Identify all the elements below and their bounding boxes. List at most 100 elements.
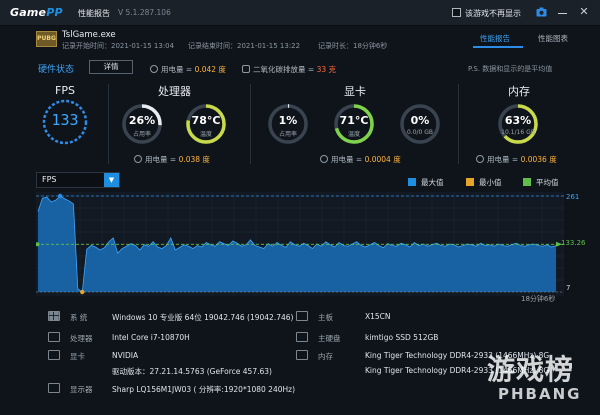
gpu-temp-gauge: 71°C 温度 xyxy=(333,103,375,145)
tab-performance-report[interactable]: 性能报告 xyxy=(480,33,510,44)
memory-usage-value: 63% xyxy=(504,114,532,127)
camera-icon[interactable] xyxy=(536,7,547,17)
max-point xyxy=(57,193,63,199)
cpu-icon xyxy=(48,332,60,342)
memory-power-label: 用电量 = xyxy=(487,155,519,164)
minimize-icon[interactable] xyxy=(558,13,567,14)
app-logo: GamePP xyxy=(10,6,63,19)
record-duration: 记录时长：18分钟6秒 xyxy=(318,42,388,50)
legend-avg: 平均值 xyxy=(523,177,559,188)
memory-usage-gauge: 63% 10.1/16 GB xyxy=(497,103,539,145)
version-label: V 5.1.287.106 xyxy=(118,8,171,17)
gpu-vram-gauge: 0% 0.0/0 GB xyxy=(399,103,441,145)
tab-performance-chart[interactable]: 性能图表 xyxy=(538,33,568,44)
disk-icon xyxy=(296,332,308,342)
co2-icon xyxy=(242,65,250,73)
memory-key: 内存 xyxy=(318,352,333,361)
axis-avg-label: 133.26 xyxy=(561,239,586,247)
cpu-power: 用电量 = 0.038 度 xyxy=(134,154,210,165)
gpu-icon xyxy=(48,350,60,360)
gpu-power-value: 0.0004 度 xyxy=(364,155,401,164)
legend-max-swatch xyxy=(408,178,416,186)
gpu-temp-label: 温度 xyxy=(347,131,360,138)
close-icon[interactable]: ✕ xyxy=(578,6,590,18)
memory-title: 内存 xyxy=(508,85,530,98)
gpu-driver-value: 驱动版本：27.21.14.5763 (GeForce 457.63) xyxy=(112,367,272,376)
axis-min-label: 7 xyxy=(566,284,571,292)
power-icon xyxy=(320,155,328,163)
axis-max-label: 261 xyxy=(566,193,580,201)
monitor-key: 显示器 xyxy=(70,385,93,394)
memory-power: 用电量 = 0.0036 度 xyxy=(476,154,557,165)
fps-value: 133 xyxy=(51,111,79,129)
memory-usage-label: 10.1/16 GB xyxy=(501,129,535,136)
legend-min-swatch xyxy=(466,178,474,186)
record-start-time: 记录开始时间：2021-01-15 13:04 xyxy=(62,42,175,50)
disk-value: kimtigo SSD 512GB xyxy=(365,333,439,342)
co2-label: 二氧化碳排放量 = xyxy=(253,65,315,74)
fps-title: FPS xyxy=(55,84,75,97)
record-end-time: 记录结束时间：2021-01-15 13:22 xyxy=(188,42,301,50)
power-icon xyxy=(476,155,484,163)
cpu-usage-gauge: 26% 占用率 xyxy=(121,103,163,145)
divider xyxy=(250,84,251,164)
monitor-icon xyxy=(48,383,60,393)
legend-min: 最小值 xyxy=(466,177,502,188)
tab-active-indicator xyxy=(473,46,523,48)
monitor-value: Sharp LQ156M1JW03 ( 分辨率:1920*1080 240Hz) xyxy=(112,385,295,394)
gpu-key: 显卡 xyxy=(70,352,85,361)
gpu-temp-value: 71°C xyxy=(339,114,369,127)
gpu-usage-value: 1% xyxy=(278,114,298,127)
chevron-down-icon[interactable]: ▼ xyxy=(104,173,119,187)
watermark-subtext: PHBANG xyxy=(498,385,582,403)
gpu-usage-gauge: 1% 占用率 xyxy=(267,103,309,145)
memory-power-value: 0.0036 度 xyxy=(520,155,557,164)
motherboard-icon xyxy=(296,311,308,321)
gpu-value: NVIDIA xyxy=(112,351,139,360)
cpu-temp-value: 78°C xyxy=(191,114,221,127)
watermark-text: 游戏榜 xyxy=(487,353,575,386)
legend-avg-label: 平均值 xyxy=(536,178,559,187)
total-power: 用电量 = 0.042 度 xyxy=(150,64,226,75)
x-end-label: 18分钟6秒 xyxy=(521,295,556,303)
cpu-value: Intel Core i7-10870H xyxy=(112,333,190,342)
legend-avg-swatch xyxy=(523,178,531,186)
cpu-temp-label: 温度 xyxy=(199,131,212,138)
cpu-power-label: 用电量 = xyxy=(145,155,177,164)
game-name: TslGame.exe xyxy=(62,30,116,40)
fps-chart xyxy=(36,192,564,296)
legend-max-label: 最大值 xyxy=(421,178,444,187)
gpu-vram-value: 0% xyxy=(410,114,430,127)
cpu-temp-gauge: 78°C 温度 xyxy=(185,103,227,145)
power-icon xyxy=(150,65,158,73)
cpu-power-value: 0.038 度 xyxy=(178,155,210,164)
metric-select-value[interactable]: FPS xyxy=(42,175,57,184)
os-value: Windows 10 专业版 64位 19042.746 (19042.746) xyxy=(112,313,294,322)
window-title: 性能报告 xyxy=(78,9,110,18)
cpu-usage-value: 26% xyxy=(128,114,156,127)
total-power-label: 用电量 = xyxy=(161,65,193,74)
gpu-vram-label: 0.0/0 GB xyxy=(406,129,434,136)
gpu-title: 显卡 xyxy=(344,85,366,98)
dont-show-label[interactable]: 该游戏不再显示 xyxy=(465,8,521,19)
power-icon xyxy=(134,155,142,163)
gpu-usage-label: 占用率 xyxy=(278,131,297,138)
divider xyxy=(458,84,459,164)
legend-max: 最大值 xyxy=(408,177,444,188)
os-key: 系 统 xyxy=(70,313,88,322)
motherboard-value: X15CN xyxy=(365,312,391,321)
os-icon xyxy=(48,311,60,321)
cpu-key: 处理器 xyxy=(70,334,93,343)
gpu-power-label: 用电量 = xyxy=(331,155,363,164)
legend-min-label: 最小值 xyxy=(479,178,502,187)
details-button[interactable]: 详情 xyxy=(89,60,133,74)
cpu-title: 处理器 xyxy=(158,85,191,98)
dont-show-checkbox[interactable] xyxy=(452,8,461,17)
ps-note: P.S. 数据和显示的是平均值 xyxy=(468,65,553,73)
game-icon: PUBG xyxy=(36,31,57,47)
co2-value: 33 克 xyxy=(316,65,336,74)
hardware-status-label: 硬件状态 xyxy=(38,65,75,75)
co2-emission: 二氧化碳排放量 = 33 克 xyxy=(242,64,336,75)
memory-icon xyxy=(296,350,308,360)
motherboard-key: 主板 xyxy=(318,313,333,322)
